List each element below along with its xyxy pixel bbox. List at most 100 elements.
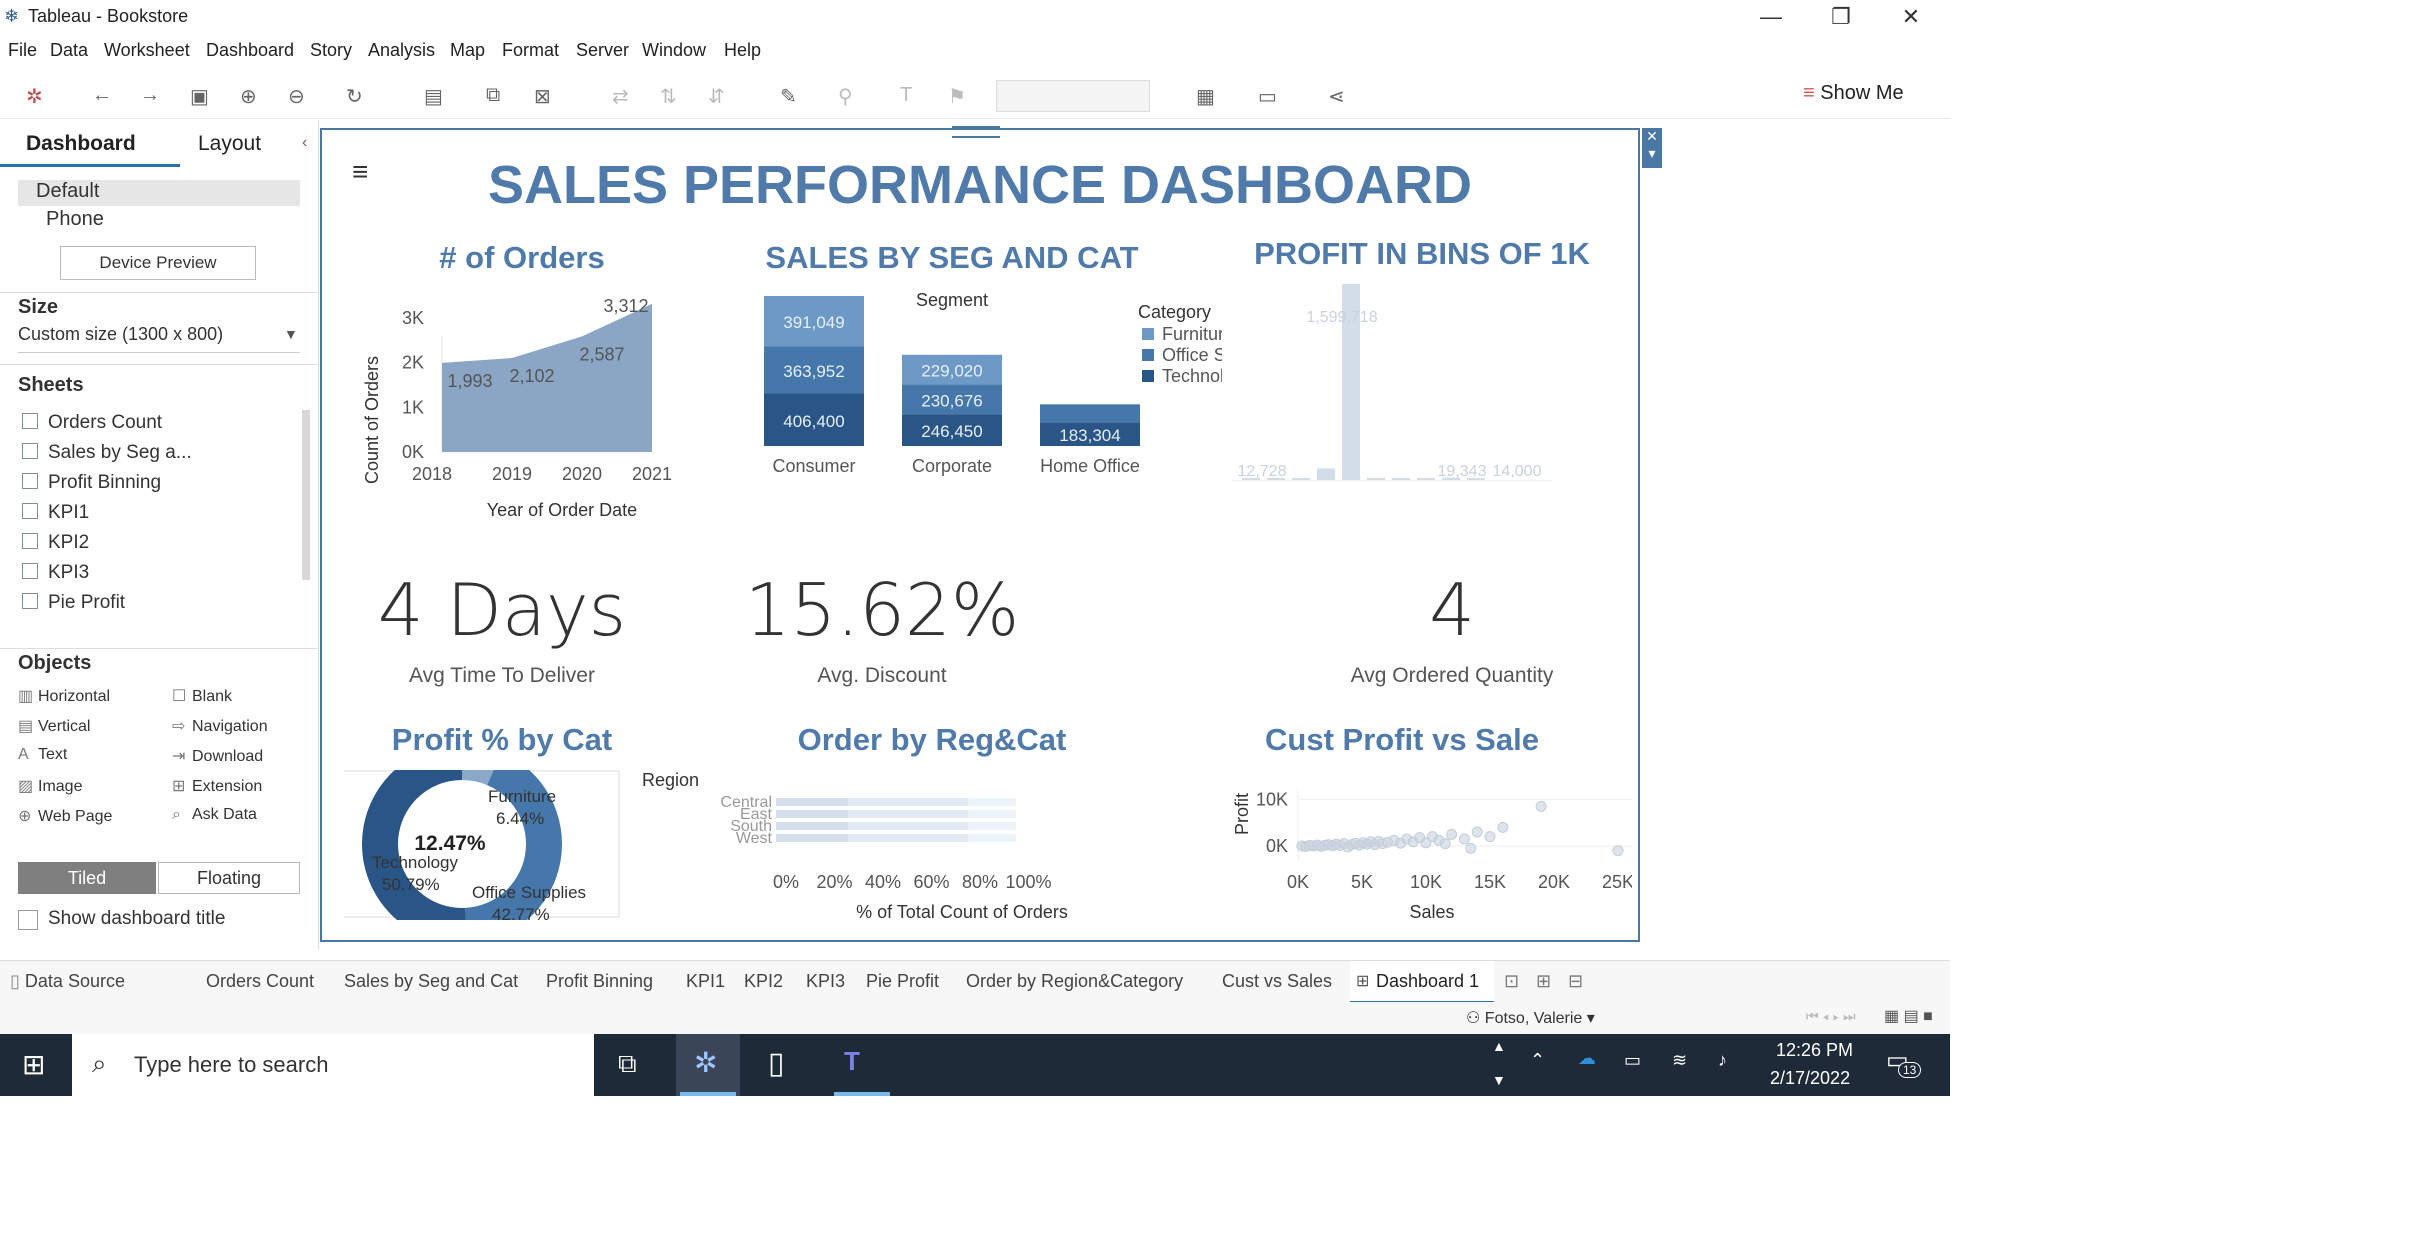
profit-bin-bar[interactable]: [1392, 478, 1410, 480]
device-default[interactable]: Default: [36, 180, 99, 203]
menu-story[interactable]: Story: [310, 40, 352, 61]
scatter-point[interactable]: [1497, 821, 1509, 833]
region-bar-segment[interactable]: [968, 810, 1016, 818]
object-navigation[interactable]: ⇨ Navigation: [172, 716, 268, 736]
sheet-sales-by-seg[interactable]: Sales by Seg a...: [22, 442, 192, 464]
show-hidden-icons-icon[interactable]: ⌃: [1530, 1050, 1545, 1071]
menu-help[interactable]: Help: [724, 40, 761, 61]
profit-cat-donut-chart[interactable]: 12.47% Furniture 6.44% Office Supplies 42.77…: [342, 770, 622, 920]
show-cards-icon[interactable]: ▦: [1196, 84, 1215, 109]
object-blank[interactable]: ☐ Blank: [172, 686, 232, 706]
restore-button[interactable]: ❐: [1812, 0, 1870, 34]
container-close-button[interactable]: ✕ ▾: [1642, 128, 1662, 168]
onedrive-icon[interactable]: ☁: [1578, 1048, 1596, 1069]
tab-cust-vs-sales[interactable]: Cust vs Sales: [1222, 971, 1332, 992]
undo-icon[interactable]: ←: [92, 84, 112, 107]
group-icon[interactable]: ⚲: [838, 84, 853, 109]
tab-data-source[interactable]: ▯ Data Source: [10, 971, 125, 992]
drag-handle[interactable]: [952, 126, 1000, 138]
windows-start-icon[interactable]: ⊞: [22, 1048, 45, 1081]
object-image[interactable]: ▨ Image: [18, 776, 82, 796]
scatter-point[interactable]: [1535, 800, 1547, 812]
region-bar-segment[interactable]: [848, 834, 968, 842]
device-phone[interactable]: Phone: [46, 208, 104, 231]
clock-date[interactable]: 2/17/2022: [1770, 1068, 1850, 1089]
profit-bins-bar-chart[interactable]: 12,728 1,599,718 19,343 14,000: [1222, 280, 1622, 520]
tab-dashboard-1[interactable]: ⊞ Dashboard 1: [1350, 961, 1494, 1004]
region-bar-segment[interactable]: [968, 798, 1016, 806]
sheet-kpi1[interactable]: KPI1: [22, 502, 89, 524]
menu-map[interactable]: Map: [450, 40, 485, 61]
menu-server[interactable]: Server: [576, 40, 629, 61]
object-text[interactable]: A Text: [18, 746, 67, 764]
new-worksheet-icon[interactable]: ▤: [424, 84, 443, 109]
close-button[interactable]: ✕: [1882, 0, 1940, 34]
scatter-point[interactable]: [1484, 831, 1496, 843]
tableau-taskbar-app[interactable]: ✲: [676, 1034, 740, 1096]
wifi-icon[interactable]: ≋: [1672, 1050, 1687, 1071]
new-worksheet-tab-icon[interactable]: ⊡: [1504, 971, 1519, 992]
tab-orders-count[interactable]: Orders Count: [206, 971, 314, 992]
save-icon[interactable]: ▣: [190, 84, 209, 109]
menu-dashboard[interactable]: Dashboard: [206, 40, 294, 61]
view-mode-icon[interactable]: ▦ ▤ ■: [1884, 1006, 1933, 1026]
scroll-down-icon[interactable]: ▼: [1492, 1072, 1506, 1088]
tab-kpi2[interactable]: KPI2: [744, 971, 783, 992]
profit-bin-bar[interactable]: [1292, 478, 1310, 480]
region-bar-segment[interactable]: [848, 810, 968, 818]
tab-nav-icon[interactable]: ⏮ ◂ ▸ ⏭: [1806, 1008, 1856, 1025]
region-bar-segment[interactable]: [968, 822, 1016, 830]
swap-icon[interactable]: ⇄: [612, 84, 629, 109]
profit-sales-scatter-chart[interactable]: Profit 0K 10K 0K 5K 10K 15K 20K 25K Sales: [1222, 770, 1632, 930]
region-bar-segment[interactable]: [848, 798, 968, 806]
highlight-icon[interactable]: ✎: [780, 84, 797, 109]
device-preview-button[interactable]: Device Preview: [60, 246, 256, 280]
object-web-page[interactable]: ⊕ Web Page: [18, 806, 112, 826]
battery-icon[interactable]: ▭: [1624, 1050, 1641, 1071]
sales-bar-segment[interactable]: [1040, 404, 1140, 423]
region-bar-segment[interactable]: [776, 810, 848, 818]
sheet-kpi2[interactable]: KPI2: [22, 532, 89, 554]
sales-stacked-bar-chart[interactable]: Segment 406,400 363,952 391,049 246,450 230,…: [722, 284, 1222, 529]
tab-profit-binning[interactable]: Profit Binning: [546, 971, 653, 992]
scatter-point[interactable]: [1612, 845, 1624, 857]
fit-dropdown[interactable]: [996, 80, 1150, 112]
new-dashboard-tab-icon[interactable]: ⊞: [1536, 971, 1551, 992]
clear-sheet-icon[interactable]: ⊠: [534, 84, 551, 109]
tab-layout[interactable]: Layout: [198, 132, 261, 156]
menu-window[interactable]: Window: [642, 40, 706, 61]
menu-worksheet[interactable]: Worksheet: [104, 40, 190, 61]
notification-center[interactable]: ▭ 13: [1884, 1046, 1922, 1082]
scroll-up-icon[interactable]: ▲: [1492, 1038, 1506, 1054]
sheets-scrollbar[interactable]: [302, 410, 310, 580]
show-me-button[interactable]: ≡ Show Me: [1803, 82, 1904, 105]
tab-pie-profit[interactable]: Pie Profit: [866, 971, 939, 992]
object-horizontal[interactable]: ▥ Horizontal: [18, 686, 110, 706]
object-vertical[interactable]: ▤ Vertical: [18, 716, 90, 736]
pause-updates-icon[interactable]: ⊖: [288, 84, 305, 109]
collapse-pane-icon[interactable]: ‹: [302, 134, 307, 152]
sheet-profit-binning[interactable]: Profit Binning: [22, 472, 161, 494]
scatter-point[interactable]: [1446, 828, 1458, 840]
labels-icon[interactable]: T: [900, 84, 912, 107]
menu-format[interactable]: Format: [502, 40, 559, 61]
sheet-kpi3[interactable]: KPI3: [22, 562, 89, 584]
sheet-orders-count[interactable]: Orders Count: [22, 412, 162, 434]
show-title-checkbox[interactable]: [18, 910, 38, 930]
new-story-tab-icon[interactable]: ⊟: [1568, 971, 1583, 992]
sheet-pie-profit[interactable]: Pie Profit: [22, 592, 125, 614]
profit-bin-bar[interactable]: [1317, 468, 1335, 480]
scatter-point[interactable]: [1465, 842, 1477, 854]
profit-bin-bar[interactable]: [1417, 478, 1435, 480]
size-dropdown[interactable]: Custom size (1300 x 800) ▼: [18, 324, 300, 353]
region-bar-segment[interactable]: [776, 798, 848, 806]
redo-icon[interactable]: →: [140, 84, 160, 107]
fix-axes-icon[interactable]: ⚑: [948, 84, 966, 109]
clock-time[interactable]: 12:26 PM: [1776, 1040, 1853, 1061]
scatter-point[interactable]: [1439, 838, 1451, 850]
profit-bin-bar[interactable]: [1367, 478, 1385, 480]
tiled-button[interactable]: Tiled: [18, 862, 156, 894]
tab-kpi1[interactable]: KPI1: [686, 971, 725, 992]
taskbar-search[interactable]: ⌕ Type here to search: [72, 1034, 594, 1096]
teams-taskbar-app[interactable]: T: [830, 1034, 894, 1096]
